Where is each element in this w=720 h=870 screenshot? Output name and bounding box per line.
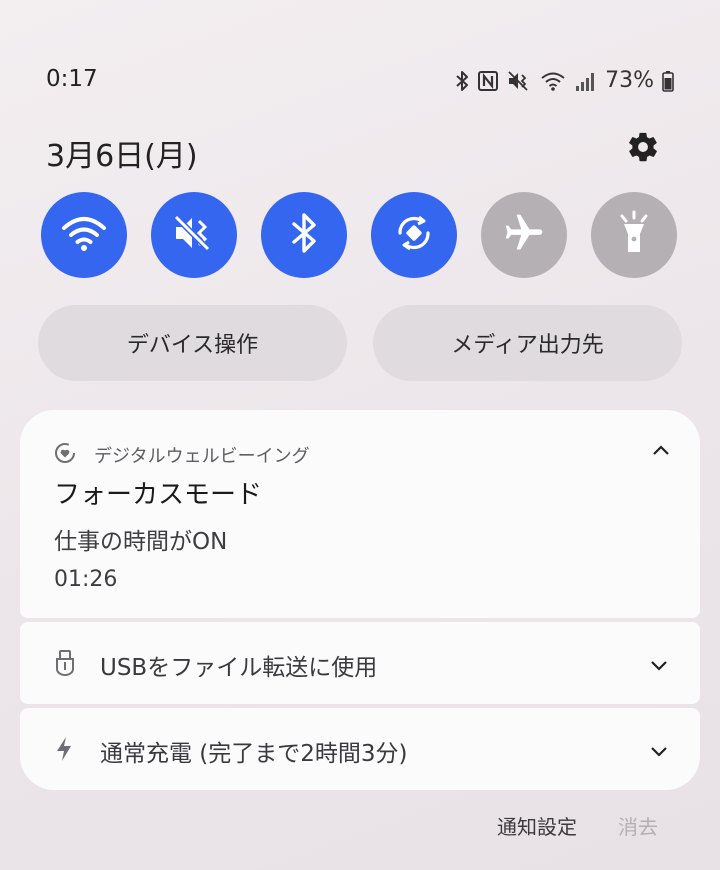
airplane-mode-toggle[interactable] [481, 192, 567, 278]
bluetooth-icon [455, 70, 469, 92]
media-output-button[interactable]: メディア出力先 [373, 305, 682, 381]
nfc-icon [477, 70, 499, 92]
quick-settings-row [41, 192, 677, 278]
bluetooth-icon [290, 212, 318, 258]
notification-timer: 01:26 [54, 567, 118, 592]
wellbeing-heart-icon [54, 442, 76, 468]
airplane-icon [502, 211, 546, 259]
chevron-down-icon [651, 661, 667, 671]
usb-expand-button[interactable] [648, 654, 670, 680]
signal-icon [575, 70, 595, 92]
usb-icon [54, 650, 76, 680]
chevron-up-icon [653, 445, 669, 455]
charging-notification[interactable]: 通常充電 (完了まで2時間3分) [20, 708, 700, 790]
device-control-button[interactable]: デバイス操作 [38, 305, 347, 381]
collapse-button[interactable] [650, 440, 672, 466]
vibrate-icon [507, 70, 531, 92]
battery-percent: 73% [605, 68, 654, 93]
rotate-icon [392, 211, 436, 259]
flashlight-icon [616, 210, 652, 260]
date-label: 3月6日(月) [46, 139, 198, 174]
charging-expand-button[interactable] [648, 740, 670, 766]
auto-rotate-toggle[interactable] [371, 192, 457, 278]
status-icons: 73% [455, 68, 674, 93]
clear-button[interactable]: 消去 [618, 811, 658, 840]
charging-label: 通常充電 (完了まで2時間3分) [100, 741, 408, 767]
wifi-icon [539, 70, 567, 92]
flashlight-toggle[interactable] [591, 192, 677, 278]
usb-label: USBをファイル転送に使用 [100, 655, 378, 681]
status-time: 0:17 [46, 66, 98, 92]
lightning-icon [54, 736, 74, 766]
usb-notification[interactable]: USBをファイル転送に使用 [20, 622, 700, 704]
vibrate-toggle[interactable] [151, 192, 237, 278]
gear-icon [626, 130, 660, 168]
wifi-icon [61, 213, 107, 257]
wifi-toggle[interactable] [41, 192, 127, 278]
notification-app-name: デジタルウェルビーイング [94, 446, 310, 467]
focus-mode-notification[interactable]: デジタルウェルビーイング フォーカスモード 仕事の時間がON 01:26 [20, 410, 700, 618]
chevron-down-icon [651, 747, 667, 757]
notification-title: フォーカスモード [54, 480, 263, 510]
vibrate-icon [172, 213, 216, 257]
status-bar: 0:17 73% [46, 66, 674, 96]
notification-text: 仕事の時間がON [54, 529, 228, 555]
notification-settings-button[interactable]: 通知設定 [497, 811, 577, 840]
battery-icon [662, 70, 674, 92]
settings-button[interactable] [624, 130, 662, 168]
bluetooth-toggle[interactable] [261, 192, 347, 278]
